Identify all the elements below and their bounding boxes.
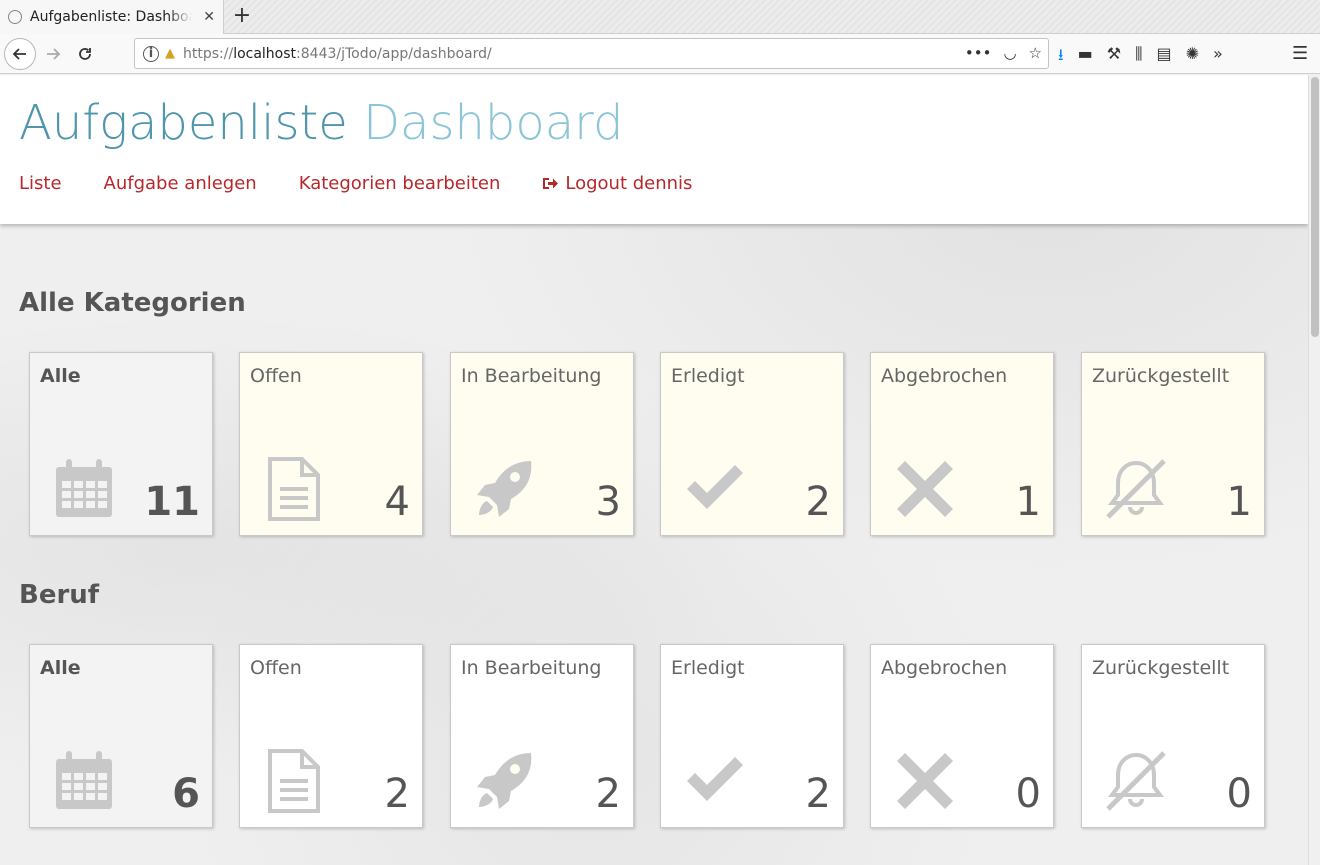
rocket-icon	[473, 457, 537, 521]
new-tab-button[interactable]: +	[231, 4, 253, 28]
overflow-icon[interactable]: »	[1213, 44, 1223, 71]
bell-slash-icon	[1104, 457, 1168, 521]
card-count: 11	[144, 479, 200, 525]
status-card[interactable]: Alle 6	[29, 644, 213, 828]
sidebar-icon[interactable]: ▤	[1156, 44, 1171, 71]
card-label: Alle	[40, 657, 81, 679]
addon-icon[interactable]: ✺	[1186, 44, 1199, 71]
arrow-left-icon	[12, 48, 26, 60]
bookmark-star-icon[interactable]: ☆	[1029, 44, 1042, 62]
page-title: Aufgabenliste Dashboard	[19, 95, 624, 151]
page-actions-icon[interactable]: •••	[965, 44, 992, 62]
card-count: 1	[1015, 479, 1041, 525]
card-count: 2	[805, 479, 831, 525]
tab-title: Aufgabenliste: Dashboard	[30, 9, 192, 25]
card-label: Erledigt	[671, 657, 745, 679]
menu-link-aufgabe-anlegen[interactable]: Aufgabe anlegen	[104, 173, 257, 194]
info-icon[interactable]: i	[143, 45, 159, 62]
logout-icon	[543, 178, 559, 189]
tab-close-button[interactable]: ✕	[203, 9, 215, 25]
wrench-icon[interactable]: ⚒	[1107, 44, 1121, 71]
url-bar[interactable]: i ▲ https://localhost:8443/jTodo/app/das…	[134, 38, 1049, 69]
section-title: Beruf	[19, 580, 100, 610]
status-card[interactable]: Alle 11	[29, 352, 213, 536]
card-count: 0	[1226, 771, 1252, 817]
main-menu: Liste Aufgabe anlegen Kategorien bearbei…	[19, 173, 734, 194]
calendar-icon	[52, 457, 116, 521]
card-count: 3	[595, 479, 621, 525]
card-count: 1	[1226, 479, 1252, 525]
status-card[interactable]: Zurückgestellt 1	[1081, 352, 1265, 536]
cross-icon	[893, 457, 957, 521]
scrollbar[interactable]	[1308, 75, 1320, 865]
insecure-lock-icon[interactable]: ▲	[165, 46, 175, 61]
menu-link-kategorien[interactable]: Kategorien bearbeiten	[299, 173, 501, 194]
document-icon	[262, 457, 326, 521]
card-label: Abgebrochen	[881, 365, 1008, 387]
status-card[interactable]: In Bearbeitung 3	[450, 352, 634, 536]
card-label: Offen	[250, 657, 302, 679]
check-icon	[683, 457, 747, 521]
reload-button[interactable]	[70, 39, 100, 69]
scroll-thumb[interactable]	[1311, 77, 1319, 337]
forward-button[interactable]	[38, 39, 68, 69]
status-card[interactable]: Erledigt 2	[660, 644, 844, 828]
card-label: Abgebrochen	[881, 657, 1008, 679]
card-label: Zurückgestellt	[1092, 657, 1230, 679]
card-count: 6	[172, 771, 200, 817]
card-count: 2	[384, 771, 410, 817]
library-icon[interactable]: ⫼	[1135, 44, 1142, 71]
url-text[interactable]: https://localhost:8443/jTodo/app/dashboa…	[183, 46, 492, 62]
page-header: Aufgabenliste Dashboard Liste Aufgabe an…	[0, 75, 1308, 224]
status-card[interactable]: In Bearbeitung 2	[450, 644, 634, 828]
arrow-right-icon	[47, 48, 61, 60]
calendar-icon	[52, 749, 116, 813]
card-count: 4	[384, 479, 410, 525]
card-label: Alle	[40, 365, 81, 387]
card-label: In Bearbeitung	[461, 365, 602, 387]
back-button[interactable]	[4, 38, 36, 70]
card-count: 2	[595, 771, 621, 817]
document-icon	[262, 749, 326, 813]
page-content: Aufgabenliste Dashboard Liste Aufgabe an…	[0, 75, 1308, 865]
favicon-icon	[8, 10, 22, 24]
card-label: In Bearbeitung	[461, 657, 602, 679]
card-label: Offen	[250, 365, 302, 387]
browser-toolbar: i ▲ https://localhost:8443/jTodo/app/das…	[0, 34, 1320, 74]
browser-tab[interactable]: Aufgabenliste: Dashboard ✕	[0, 0, 224, 34]
menu-link-logout[interactable]: Logout dennis	[542, 173, 692, 194]
reload-icon	[79, 48, 91, 60]
card-label: Zurückgestellt	[1092, 365, 1230, 387]
status-card[interactable]: Offen 2	[239, 644, 423, 828]
browser-tab-bar: Aufgabenliste: Dashboard ✕ +	[0, 0, 1320, 34]
cross-icon	[893, 749, 957, 813]
section-title: Alle Kategorien	[19, 288, 246, 318]
card-count: 2	[805, 771, 831, 817]
bell-slash-icon	[1104, 749, 1168, 813]
status-card[interactable]: Offen 4	[239, 352, 423, 536]
download-icon[interactable]: ⭳	[1058, 44, 1064, 71]
status-card[interactable]: Abgebrochen 0	[870, 644, 1054, 828]
card-count: 0	[1015, 771, 1041, 817]
pocket-icon[interactable]: ◡	[1003, 44, 1016, 62]
status-card[interactable]: Zurückgestellt 0	[1081, 644, 1265, 828]
hamburger-menu-icon[interactable]: ☰	[1292, 43, 1308, 64]
status-card[interactable]: Erledigt 2	[660, 352, 844, 536]
extension-icon[interactable]: ▬	[1078, 44, 1093, 71]
rocket-icon	[473, 749, 537, 813]
status-card[interactable]: Abgebrochen 1	[870, 352, 1054, 536]
check-icon	[683, 749, 747, 813]
menu-link-liste[interactable]: Liste	[19, 173, 62, 194]
card-label: Erledigt	[671, 365, 745, 387]
